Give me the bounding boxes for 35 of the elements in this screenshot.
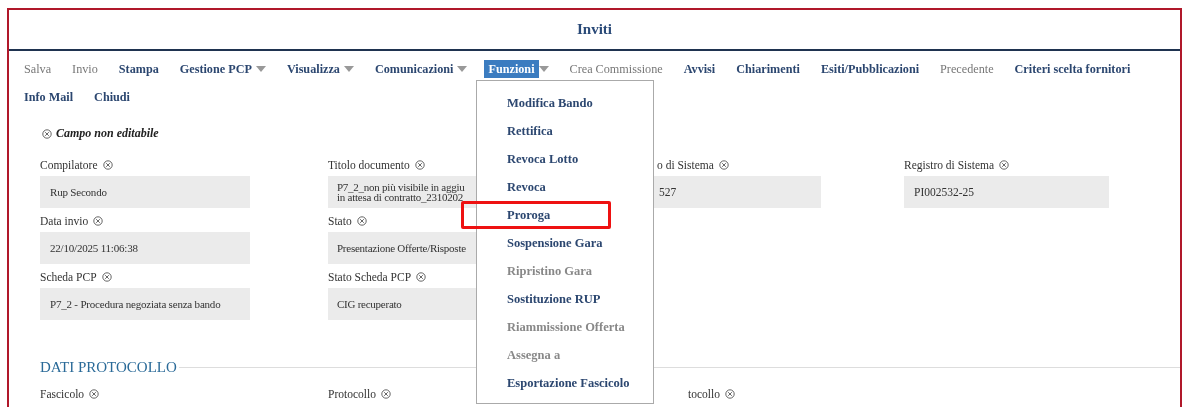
- field-label: o di Sistema: [657, 159, 714, 171]
- section-title: DATI PROTOCOLLO: [40, 359, 177, 376]
- toolbar-item[interactable]: Chiarimenti: [732, 60, 804, 78]
- read-only-field: PI002532-25: [904, 176, 1109, 208]
- toolbar-item[interactable]: Comunicazioni: [370, 60, 458, 78]
- read-only-field: 22/10/2025 11:06:38: [40, 232, 250, 264]
- toolbar-item[interactable]: Gestione PCP: [175, 60, 256, 78]
- toolbar-item[interactable]: Esiti/Pubblicazioni: [816, 60, 924, 78]
- field-label: Data invio: [40, 215, 89, 227]
- toolbar-item[interactable]: Avvisi: [679, 60, 720, 78]
- field-label: Stato Scheda PCP: [328, 271, 412, 283]
- toolbar-item[interactable]: Visualizza: [282, 60, 344, 78]
- field-label: Registro di Sistema: [904, 159, 995, 171]
- field-label: Stato: [328, 215, 352, 227]
- toolbar-item[interactable]: Info Mail: [20, 88, 78, 106]
- menu-item[interactable]: Esportazione Fascicolo: [477, 369, 653, 397]
- read-only-field: Rup Secondo: [40, 176, 250, 208]
- legend-text: Campo non editabile: [56, 126, 159, 141]
- read-only-field: P7_2 - Procedura negoziata senza bando: [40, 288, 250, 320]
- window-title: Inviti: [577, 21, 612, 38]
- menu-item[interactable]: Revoca Lotto: [477, 145, 653, 173]
- field-label: Protocollo: [328, 388, 376, 400]
- field-label: Titolo documento: [328, 159, 410, 171]
- not-editable-icon: [42, 128, 52, 139]
- field-label: tocollo: [688, 388, 720, 400]
- menu-item[interactable]: Rettifica: [477, 117, 653, 145]
- toolbar-item[interactable]: Funzioni: [484, 60, 539, 78]
- toolbar-item[interactable]: Chiudi: [90, 88, 134, 106]
- field-label: Fascicolo: [40, 388, 85, 400]
- menu-item[interactable]: Modifica Bando: [477, 89, 653, 117]
- field-label: Scheda PCP: [40, 271, 97, 283]
- toolbar-item[interactable]: Criteri scelta fornitori: [1010, 60, 1135, 78]
- menu-item[interactable]: Proroga: [461, 201, 611, 229]
- field-label: Compilatore: [40, 159, 98, 171]
- toolbar-item[interactable]: Stampa: [114, 60, 163, 78]
